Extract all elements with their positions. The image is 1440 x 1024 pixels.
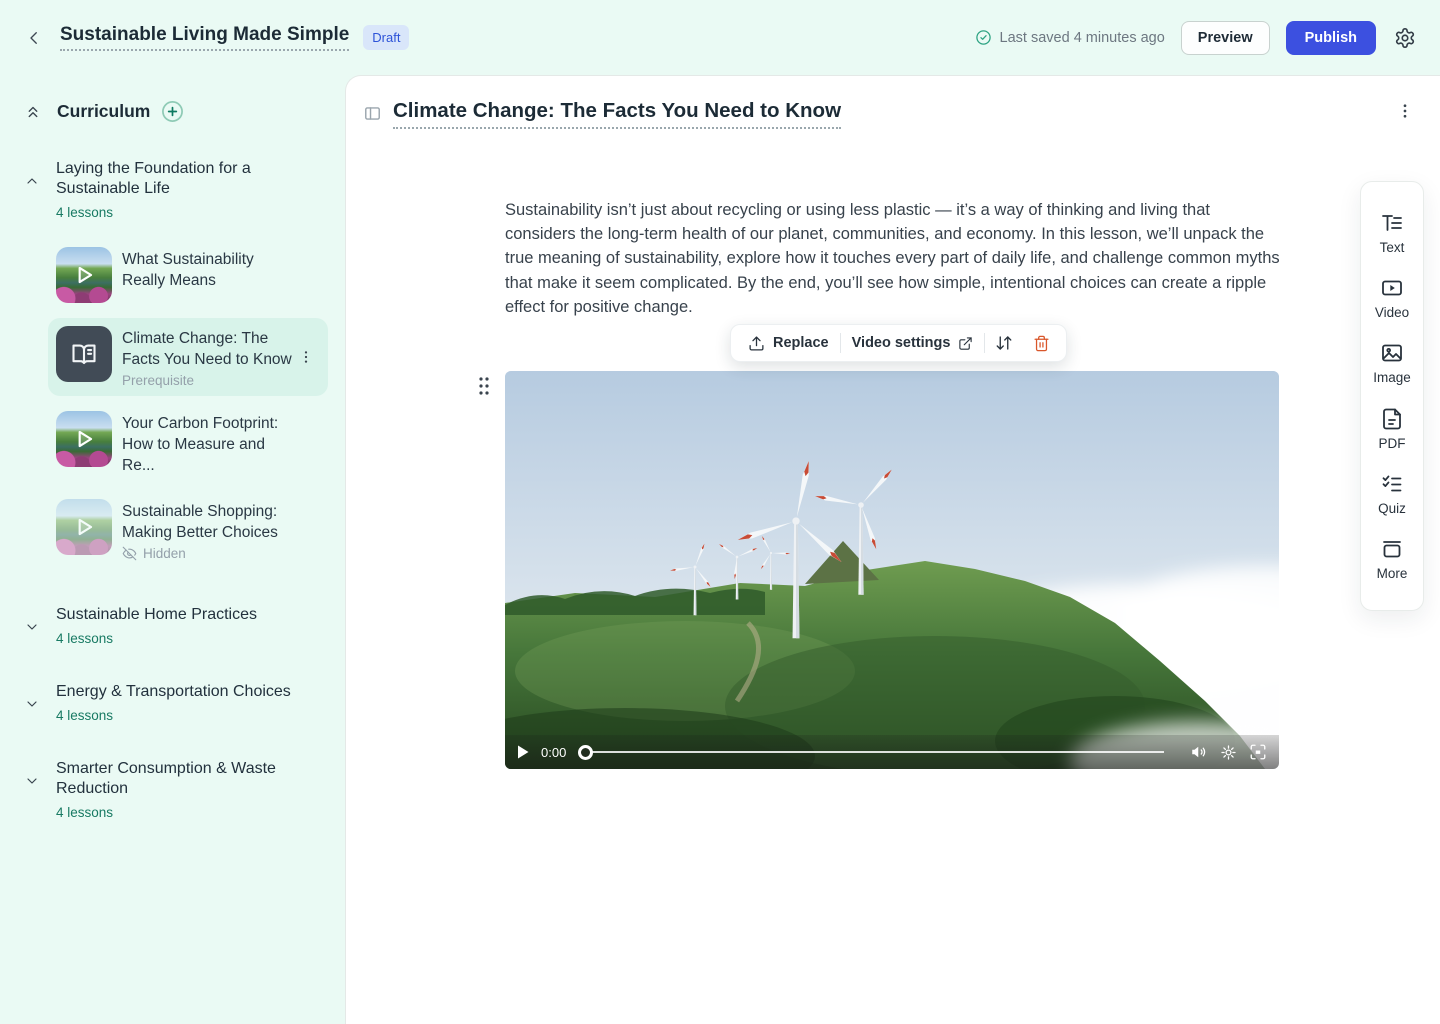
lesson-kebab-menu[interactable] xyxy=(1396,102,1414,120)
eye-off-icon xyxy=(122,546,137,561)
video-controls: 0:00 xyxy=(505,735,1279,769)
curriculum-header: Curriculum xyxy=(0,75,345,123)
lesson-heading[interactable]: Climate Change: The Facts You Need to Kn… xyxy=(393,99,841,129)
drag-handle[interactable] xyxy=(477,375,491,397)
lesson-kebab-menu[interactable] xyxy=(294,345,318,369)
move-block-button[interactable] xyxy=(985,325,1023,361)
text-lesson-tile xyxy=(56,326,112,382)
section-lesson-count: 4 lessons xyxy=(56,631,302,646)
volume-button[interactable] xyxy=(1190,743,1208,761)
chevron-down-icon[interactable] xyxy=(24,696,42,723)
lesson-title: Sustainable Shopping: Making Better Choi… xyxy=(122,503,278,541)
publish-button[interactable]: Publish xyxy=(1286,21,1376,55)
section-header[interactable]: Laying the Foundation for a Sustainable … xyxy=(0,159,345,220)
section-title: Sustainable Home Practices xyxy=(56,606,257,623)
play-button[interactable] xyxy=(517,745,529,759)
lesson-list: What Sustainability Really Means Climate… xyxy=(0,239,345,569)
chevron-down-icon[interactable] xyxy=(24,619,42,646)
lesson-hidden-note: Hidden xyxy=(122,546,294,561)
lesson-title: Your Carbon Footprint: How to Measure an… xyxy=(122,415,278,474)
lesson-title: Climate Change: The Facts You Need to Kn… xyxy=(122,330,292,368)
section-title: Laying the Foundation for a Sustainable … xyxy=(56,160,251,197)
back-button[interactable] xyxy=(20,24,48,52)
lesson-item-hidden[interactable]: Sustainable Shopping: Making Better Choi… xyxy=(48,491,328,569)
section-lesson-count: 4 lessons xyxy=(56,805,302,820)
curriculum-section: Energy & Transportation Choices 4 lesson… xyxy=(0,682,345,723)
panel-toggle-icon[interactable] xyxy=(363,104,382,123)
section-title: Energy & Transportation Choices xyxy=(56,683,291,700)
gear-icon xyxy=(1394,27,1416,49)
lesson-item-selected[interactable]: Climate Change: The Facts You Need to Kn… xyxy=(48,318,328,396)
play-icon xyxy=(56,499,112,555)
image-block-icon xyxy=(1380,341,1404,365)
trash-icon xyxy=(1033,335,1050,352)
more-blocks[interactable]: More xyxy=(1377,537,1408,581)
more-blocks-icon xyxy=(1380,537,1404,561)
book-open-icon xyxy=(70,340,98,368)
add-video-block[interactable]: Video xyxy=(1375,276,1409,320)
collapse-all-icon[interactable] xyxy=(24,103,42,121)
video-frame-wind-turbines xyxy=(505,371,1279,769)
sort-arrows-icon xyxy=(995,334,1013,352)
add-quiz-block[interactable]: Quiz xyxy=(1378,472,1406,516)
text-block-icon xyxy=(1380,211,1404,235)
block-palette: Text Video Image PDF Quiz More xyxy=(1360,181,1424,611)
preview-button[interactable]: Preview xyxy=(1181,21,1270,55)
curriculum-section: Sustainable Home Practices 4 lessons xyxy=(0,605,345,646)
curriculum-section: Laying the Foundation for a Sustainable … xyxy=(0,159,345,569)
curriculum-sidebar: Curriculum Laying the Foundation for a S… xyxy=(0,75,345,1024)
play-icon xyxy=(56,247,112,303)
video-thumbnail xyxy=(56,499,112,555)
add-section-button[interactable] xyxy=(161,100,184,123)
video-settings-button[interactable]: Video settings xyxy=(841,325,985,361)
course-title[interactable]: Sustainable Living Made Simple xyxy=(60,24,349,51)
settings-button[interactable] xyxy=(1394,27,1416,49)
delete-block-button[interactable] xyxy=(1023,325,1060,361)
seek-knob[interactable] xyxy=(578,745,593,760)
topbar: Sustainable Living Made Simple Draft Las… xyxy=(0,0,1440,75)
lesson-item[interactable]: Your Carbon Footprint: How to Measure an… xyxy=(48,403,328,484)
video-thumbnail xyxy=(56,411,112,467)
video-block-icon xyxy=(1380,276,1404,300)
section-header[interactable]: Smarter Consumption & Waste Reduction 4 … xyxy=(0,759,345,820)
replace-button[interactable]: Replace xyxy=(737,325,840,361)
external-link-icon xyxy=(958,336,973,351)
video-player[interactable]: 0:00 xyxy=(505,371,1279,769)
time-display: 0:00 xyxy=(541,745,566,760)
play-icon xyxy=(56,411,112,467)
chevron-up-icon[interactable] xyxy=(24,173,42,220)
section-title: Smarter Consumption & Waste Reduction xyxy=(56,760,276,797)
last-saved-indicator: Last saved 4 minutes ago xyxy=(975,29,1165,46)
section-header[interactable]: Sustainable Home Practices 4 lessons xyxy=(0,605,345,646)
lesson-editor-panel: Climate Change: The Facts You Need to Kn… xyxy=(345,75,1440,1024)
lesson-item[interactable]: What Sustainability Really Means xyxy=(48,239,328,311)
quiz-block-icon xyxy=(1380,472,1404,496)
last-saved-text: Last saved 4 minutes ago xyxy=(1000,30,1165,46)
video-thumbnail xyxy=(56,247,112,303)
chevron-left-icon xyxy=(25,29,43,47)
section-header[interactable]: Energy & Transportation Choices 4 lesson… xyxy=(0,682,345,723)
curriculum-title: Curriculum xyxy=(57,101,150,122)
upload-icon xyxy=(748,335,765,352)
chevron-down-icon[interactable] xyxy=(24,773,42,820)
lesson-paragraph[interactable]: Sustainability isn’t just about recyclin… xyxy=(505,198,1283,319)
curriculum-section: Smarter Consumption & Waste Reduction 4 … xyxy=(0,759,345,820)
quality-settings-icon[interactable] xyxy=(1220,744,1237,761)
add-text-block[interactable]: Text xyxy=(1380,211,1405,255)
lesson-note: Prerequisite xyxy=(122,373,294,388)
fullscreen-icon[interactable] xyxy=(1249,743,1267,761)
seek-track xyxy=(592,751,1164,753)
section-lesson-count: 4 lessons xyxy=(56,205,302,220)
section-lesson-count: 4 lessons xyxy=(56,708,302,723)
pdf-block-icon xyxy=(1380,407,1404,431)
status-badge: Draft xyxy=(363,25,409,50)
video-block-toolbar: Replace Video settings xyxy=(730,324,1067,362)
add-pdf-block[interactable]: PDF xyxy=(1379,407,1406,451)
check-circle-icon xyxy=(975,29,992,46)
lesson-title: What Sustainability Really Means xyxy=(122,251,254,289)
add-image-block[interactable]: Image xyxy=(1373,341,1411,385)
seek-bar[interactable] xyxy=(578,745,1164,760)
